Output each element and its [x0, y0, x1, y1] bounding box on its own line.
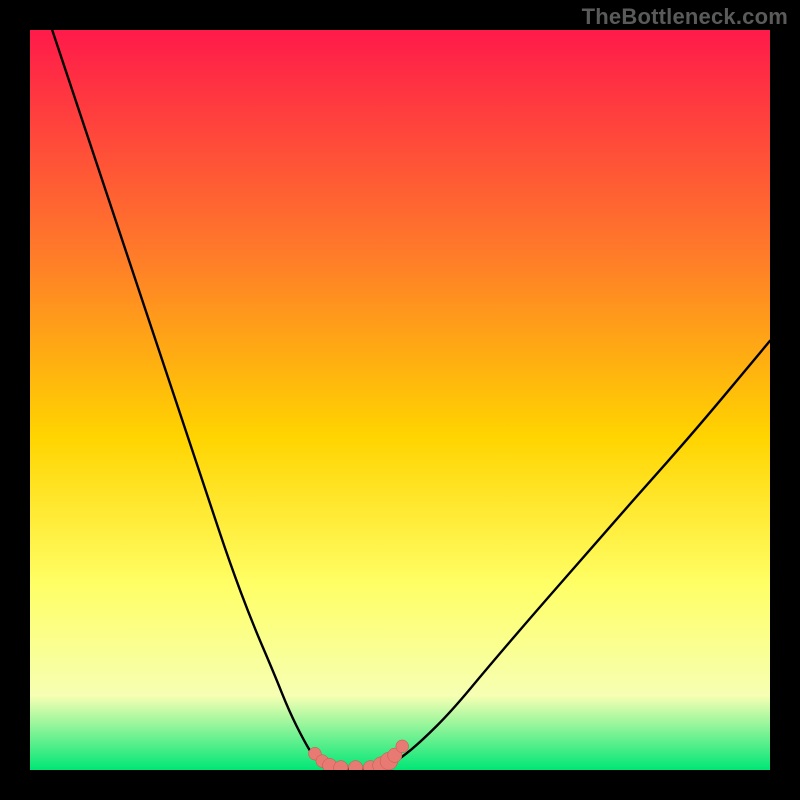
curve-layer — [30, 30, 770, 770]
trough-marker — [348, 761, 362, 770]
watermark-text: TheBottleneck.com — [582, 4, 788, 30]
trough-marker — [396, 740, 409, 753]
plot-area — [30, 30, 770, 770]
chart-frame: TheBottleneck.com — [0, 0, 800, 800]
bottleneck-curve — [52, 30, 770, 769]
trough-markers — [309, 740, 409, 770]
